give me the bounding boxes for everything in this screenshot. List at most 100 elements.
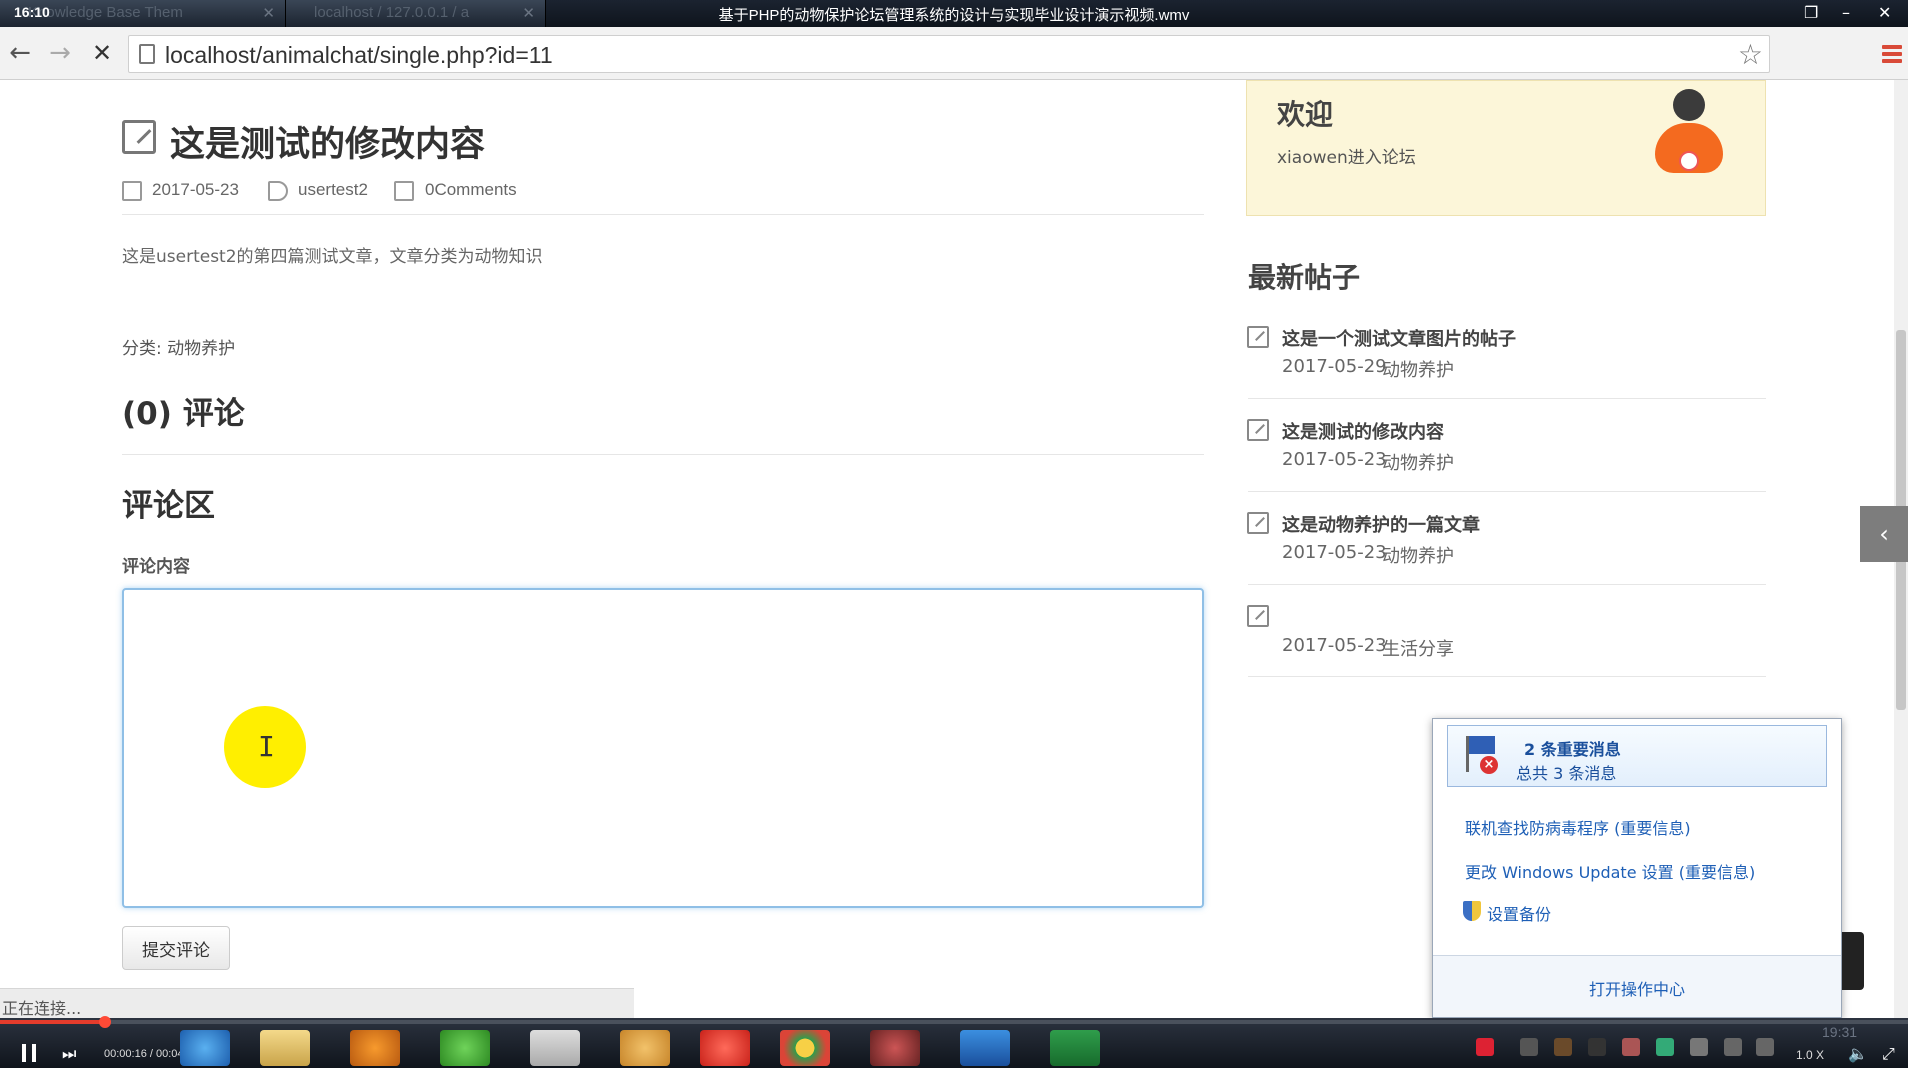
welcome-text: xiaowen进入论坛: [1277, 148, 1416, 168]
playback-speed[interactable]: 1.0 X: [1796, 1048, 1824, 1062]
edit-icon: [1247, 326, 1269, 348]
edit-icon: [1247, 605, 1269, 627]
popup-footer: 打开操作中心: [1433, 955, 1841, 1017]
comment-section-title: 评论区: [122, 488, 215, 524]
folder-icon[interactable]: [260, 1030, 310, 1066]
post-title: 这是测试的修改内容: [170, 124, 486, 165]
divider: [1248, 676, 1766, 677]
chevron-left-icon[interactable]: ‹: [1860, 506, 1908, 562]
divider: [1248, 491, 1766, 492]
wechat-icon[interactable]: [1050, 1030, 1100, 1066]
post-category: 分类: 动物养护: [122, 334, 235, 359]
address-bar[interactable]: localhost/animalchat/single.php?id=11 ☆: [128, 35, 1770, 73]
recent-post-title[interactable]: 这是一个测试文章图片的帖子: [1282, 325, 1516, 351]
submit-comment-button[interactable]: 提交评论: [122, 926, 230, 970]
document-icon[interactable]: [530, 1030, 580, 1066]
comment-icon: [394, 181, 414, 201]
tray-clock: 19:31: [1822, 1024, 1858, 1040]
recent-post-date: 2017-05-23: [1282, 635, 1387, 656]
windows-update-link[interactable]: 更改 Windows Update 设置 (重要信息): [1465, 859, 1755, 883]
video-title: 基于PHP的动物保护论坛管理系统的设计与实现毕业设计演示视频.wmv: [718, 7, 1190, 24]
url-text[interactable]: localhost/animalchat/single.php?id=11: [165, 42, 553, 69]
netease-music-icon[interactable]: [700, 1030, 750, 1066]
pause-icon[interactable]: [22, 1044, 36, 1062]
recent-post-category[interactable]: 动物养护: [1382, 356, 1454, 382]
recent-post-date: 2017-05-23: [1282, 449, 1387, 470]
recent-post-category[interactable]: 动物养护: [1382, 449, 1454, 475]
calendar-icon: [122, 181, 142, 201]
browser-toolbar: ← → ✕ localhost/animalchat/single.php?id…: [0, 27, 1908, 80]
post-author[interactable]: usertest2: [298, 180, 368, 200]
recent-post-date: 2017-05-29: [1282, 356, 1387, 377]
recent-post-category[interactable]: 生活分享: [1382, 635, 1454, 661]
game-icon[interactable]: [870, 1030, 920, 1066]
mouse-cursor-highlight: I: [224, 706, 306, 788]
recent-post-title[interactable]: 这是测试的修改内容: [1282, 418, 1444, 444]
page-icon: [139, 44, 155, 64]
tray-app-icon[interactable]: [1554, 1038, 1572, 1056]
shield-icon: [1463, 901, 1481, 921]
popup-header[interactable]: × 2 条重要消息 总共 3 条消息: [1447, 725, 1827, 787]
media-player-icon[interactable]: [350, 1030, 400, 1066]
recent-posts-heading: 最新帖子: [1248, 261, 1361, 294]
comments-heading: (0) 评论: [122, 396, 245, 432]
backup-link[interactable]: 设置备份: [1487, 901, 1551, 925]
total-messages-count: 总共 3 条消息: [1516, 764, 1617, 783]
post-excerpt: 这是usertest2的第四篇测试文章，文章分类为动物知识: [122, 247, 543, 267]
next-track-icon[interactable]: ⏭: [62, 1044, 76, 1064]
menu-icon[interactable]: [1882, 45, 1902, 63]
bookmark-star-icon[interactable]: ☆: [1738, 38, 1763, 71]
edit-icon: [1247, 512, 1269, 534]
tray-flyout-edge: [1842, 932, 1864, 990]
edit-post-icon: [122, 120, 156, 154]
back-arrow-icon[interactable]: ←: [4, 37, 36, 69]
browser-green-icon[interactable]: [440, 1030, 490, 1066]
action-center-popup: × 2 条重要消息 总共 3 条消息 联机查找防病毒程序 (重要信息) 更改 W…: [1432, 718, 1842, 1018]
ie-icon[interactable]: [180, 1030, 230, 1066]
divider: [122, 454, 1204, 455]
edit-icon: [1247, 419, 1269, 441]
important-messages-count: 2 条重要消息: [1524, 740, 1621, 759]
tag-icon: [268, 181, 288, 201]
word-icon[interactable]: [960, 1030, 1010, 1066]
chrome-icon[interactable]: [780, 1030, 830, 1066]
volume-icon[interactable]: 🔈: [1848, 1044, 1868, 1063]
tray-app-icon[interactable]: [1520, 1038, 1538, 1056]
tray-app-icon[interactable]: [1690, 1038, 1708, 1056]
restore-icon[interactable]: ❐: [1804, 3, 1818, 22]
network-icon[interactable]: [1724, 1038, 1742, 1056]
qq-icon[interactable]: [1588, 1038, 1606, 1056]
fullscreen-icon[interactable]: ⤢: [1882, 1044, 1895, 1064]
stop-loading-icon[interactable]: ✕: [86, 37, 118, 69]
minimize-icon[interactable]: –: [1842, 3, 1850, 22]
progress-fill: [0, 1020, 105, 1024]
category-value[interactable]: 动物养护: [167, 339, 235, 359]
comments-link[interactable]: 0Comments: [425, 180, 517, 200]
recent-post-category[interactable]: 动物养护: [1382, 542, 1454, 568]
welcome-title: 欢迎: [1277, 98, 1334, 131]
browser-status-bar: 正在连接...: [0, 988, 634, 1018]
tray-flag-icon[interactable]: [1622, 1038, 1640, 1056]
divider: [1248, 584, 1766, 585]
player-title-bar: Knowledge Base Them ✕ localhost / 127.0.0…: [0, 0, 1908, 27]
post-date: 2017-05-23: [152, 180, 239, 199]
close-window-icon[interactable]: ✕: [1878, 3, 1891, 22]
recent-post-date: 2017-05-23: [1282, 542, 1387, 563]
welcome-box: 欢迎 xiaowen进入论坛: [1246, 80, 1766, 216]
category-label: 分类:: [122, 339, 162, 359]
forward-arrow-icon[interactable]: →: [44, 37, 76, 69]
tray-volume-icon[interactable]: [1756, 1038, 1774, 1056]
open-action-center-link[interactable]: 打开操作中心: [1589, 976, 1685, 1000]
action-center-flag-icon: ×: [1460, 734, 1500, 774]
recent-post-title[interactable]: 这是动物养护的一篇文章: [1282, 511, 1480, 537]
avatar: [1647, 89, 1731, 189]
divider: [122, 214, 1204, 215]
comment-field-label: 评论内容: [122, 557, 190, 577]
progress-knob[interactable]: [98, 1016, 111, 1028]
antivirus-link[interactable]: 联机查找防病毒程序 (重要信息): [1465, 815, 1691, 839]
progress-bar[interactable]: [0, 1016, 1908, 1028]
tray-app-icon[interactable]: [1476, 1038, 1494, 1056]
app-icon[interactable]: [620, 1030, 670, 1066]
tray-security-icon[interactable]: [1656, 1038, 1674, 1056]
divider: [1248, 398, 1766, 399]
